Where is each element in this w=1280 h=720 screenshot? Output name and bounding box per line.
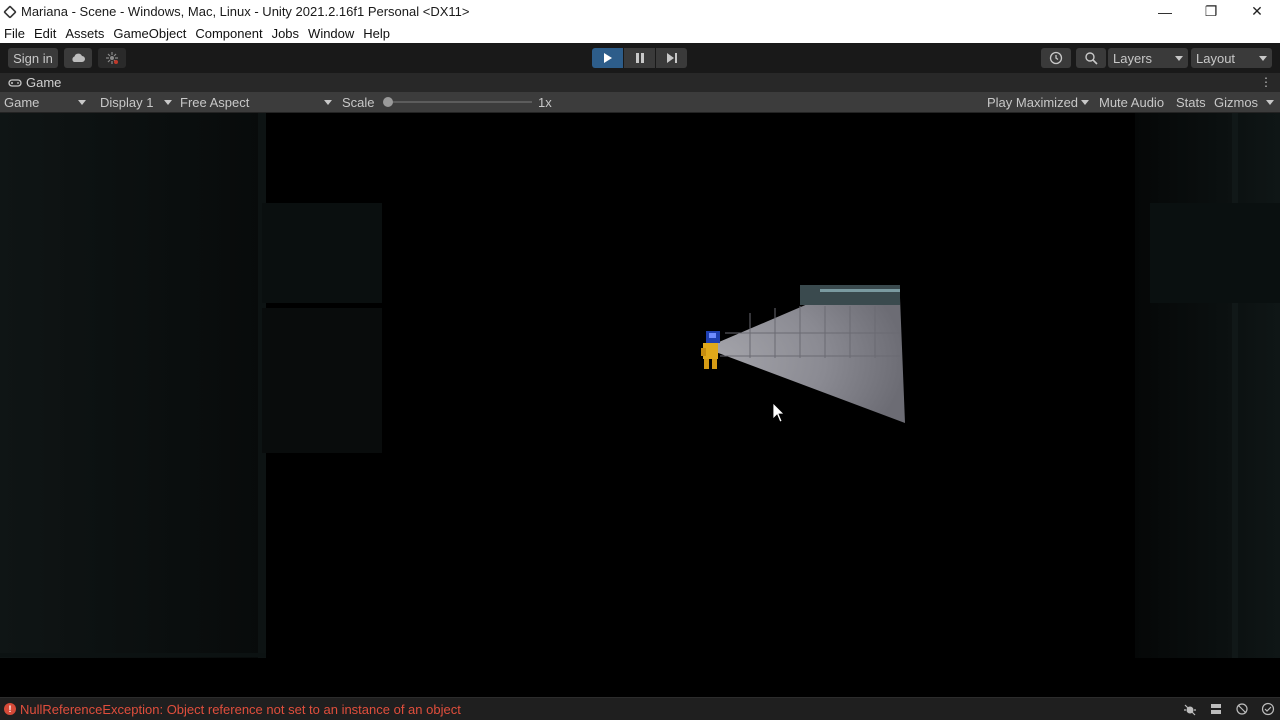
ceiling-pipe xyxy=(800,285,900,305)
view-mode-label: Game xyxy=(4,94,40,110)
search-button[interactable] xyxy=(1076,48,1106,68)
cloud-icon xyxy=(72,53,85,62)
error-icon: ! xyxy=(4,703,16,715)
view-mode-dropdown[interactable]: Game xyxy=(4,92,90,112)
history-icon xyxy=(1049,51,1063,65)
play-maximized-dropdown[interactable]: Play Maximized xyxy=(987,92,1091,112)
view-mode-arrow-icon xyxy=(78,100,86,105)
aspect-label: Free Aspect xyxy=(180,94,250,110)
scale-slider-thumb[interactable] xyxy=(383,97,393,107)
auto-generate-lighting-icon[interactable] xyxy=(1234,701,1250,717)
display-arrow-icon xyxy=(164,100,172,105)
layers-dropdown-arrow-icon xyxy=(1175,56,1183,61)
play-maximized-arrow-icon xyxy=(1081,100,1089,105)
menu-gameobject[interactable]: GameObject xyxy=(109,26,191,41)
right-wall-shape xyxy=(1135,113,1280,658)
layout-dropdown[interactable]: Layout xyxy=(1191,48,1272,68)
layout-label: Layout xyxy=(1196,50,1236,66)
ceiling-pipe-highlight xyxy=(820,289,900,292)
history-button[interactable] xyxy=(1041,48,1071,68)
display-label: Display 1 xyxy=(100,94,154,110)
right-wall-edge xyxy=(1232,113,1238,658)
game-scene xyxy=(0,113,1280,658)
menu-assets[interactable]: Assets xyxy=(61,26,109,41)
restore-button[interactable]: ❐ xyxy=(1188,0,1234,23)
tab-game[interactable]: Game xyxy=(26,75,61,90)
layers-dropdown[interactable]: Layers xyxy=(1108,48,1188,68)
left-floor-line xyxy=(0,653,266,657)
right-panel xyxy=(1150,203,1280,303)
step-icon xyxy=(666,53,677,63)
play-maximized-label: Play Maximized xyxy=(987,94,1079,110)
left-panel xyxy=(262,203,382,303)
step-button[interactable] xyxy=(656,48,687,68)
play-button[interactable] xyxy=(592,48,623,68)
window-title: Mariana - Scene - Windows, Mac, Linux - … xyxy=(21,4,470,19)
pause-button[interactable] xyxy=(624,48,655,68)
sign-in-label: Sign in xyxy=(13,50,53,66)
gamepad-icon xyxy=(8,78,22,87)
menu-jobs[interactable]: Jobs xyxy=(268,26,304,41)
close-button[interactable]: ✕ xyxy=(1234,0,1280,23)
status-icons xyxy=(1182,701,1276,717)
gizmos-toggle[interactable]: Gizmos xyxy=(1214,92,1258,112)
mouse-cursor xyxy=(772,402,785,423)
scale-value: 1x xyxy=(538,94,552,110)
debug-icon[interactable] xyxy=(1182,701,1198,717)
menu-edit[interactable]: Edit xyxy=(30,26,61,41)
sign-in-button[interactable]: Sign in xyxy=(8,48,58,68)
aspect-dropdown[interactable]: Free Aspect xyxy=(180,92,332,112)
console-error-message[interactable]: NullReferenceException: Object reference… xyxy=(20,702,461,717)
layout-dropdown-arrow-icon xyxy=(1259,56,1267,61)
cloud-button[interactable] xyxy=(64,48,92,68)
layers-label: Layers xyxy=(1113,50,1153,66)
aspect-arrow-icon xyxy=(324,100,332,105)
display-dropdown[interactable]: Display 1 xyxy=(100,92,172,112)
search-icon xyxy=(1085,52,1098,65)
progress-check-icon[interactable] xyxy=(1260,701,1276,717)
scale-label: Scale xyxy=(342,94,375,110)
menu-bar: File Edit Assets GameObject Component Jo… xyxy=(0,23,1280,43)
menu-help[interactable]: Help xyxy=(359,26,395,41)
collab-button[interactable] xyxy=(98,48,126,68)
unity-logo-icon xyxy=(3,4,17,19)
window-controls: — ❐ ✕ xyxy=(1142,0,1280,23)
pause-icon xyxy=(635,53,644,63)
game-view-controls: Game Display 1 Free Aspect Scale 1x Play… xyxy=(0,92,1280,113)
more-options-icon[interactable]: ⋮ xyxy=(1260,75,1272,89)
main-toolbar: Sign in Layers Layout xyxy=(0,43,1280,73)
menu-component[interactable]: Component xyxy=(191,26,267,41)
left-wall-shape xyxy=(0,113,262,658)
scale-slider-track[interactable] xyxy=(386,101,532,103)
mute-audio-toggle[interactable]: Mute Audio xyxy=(1099,92,1164,112)
left-floor-panel xyxy=(262,308,382,453)
cache-server-icon[interactable] xyxy=(1208,701,1224,717)
window-titlebar: Mariana - Scene - Windows, Mac, Linux - … xyxy=(0,0,1280,23)
minimize-button[interactable]: — xyxy=(1142,0,1188,23)
gizmos-arrow-icon[interactable] xyxy=(1266,100,1274,105)
game-view[interactable] xyxy=(0,113,1280,697)
player-character xyxy=(701,331,720,369)
menu-window[interactable]: Window xyxy=(304,26,359,41)
game-tab-header: Game ⋮ xyxy=(0,73,1280,92)
stats-toggle[interactable]: Stats xyxy=(1176,92,1206,112)
collab-icon xyxy=(106,52,118,64)
menu-file[interactable]: File xyxy=(0,26,30,41)
status-bar: ! NullReferenceException: Object referen… xyxy=(0,697,1280,720)
play-icon xyxy=(603,53,612,63)
